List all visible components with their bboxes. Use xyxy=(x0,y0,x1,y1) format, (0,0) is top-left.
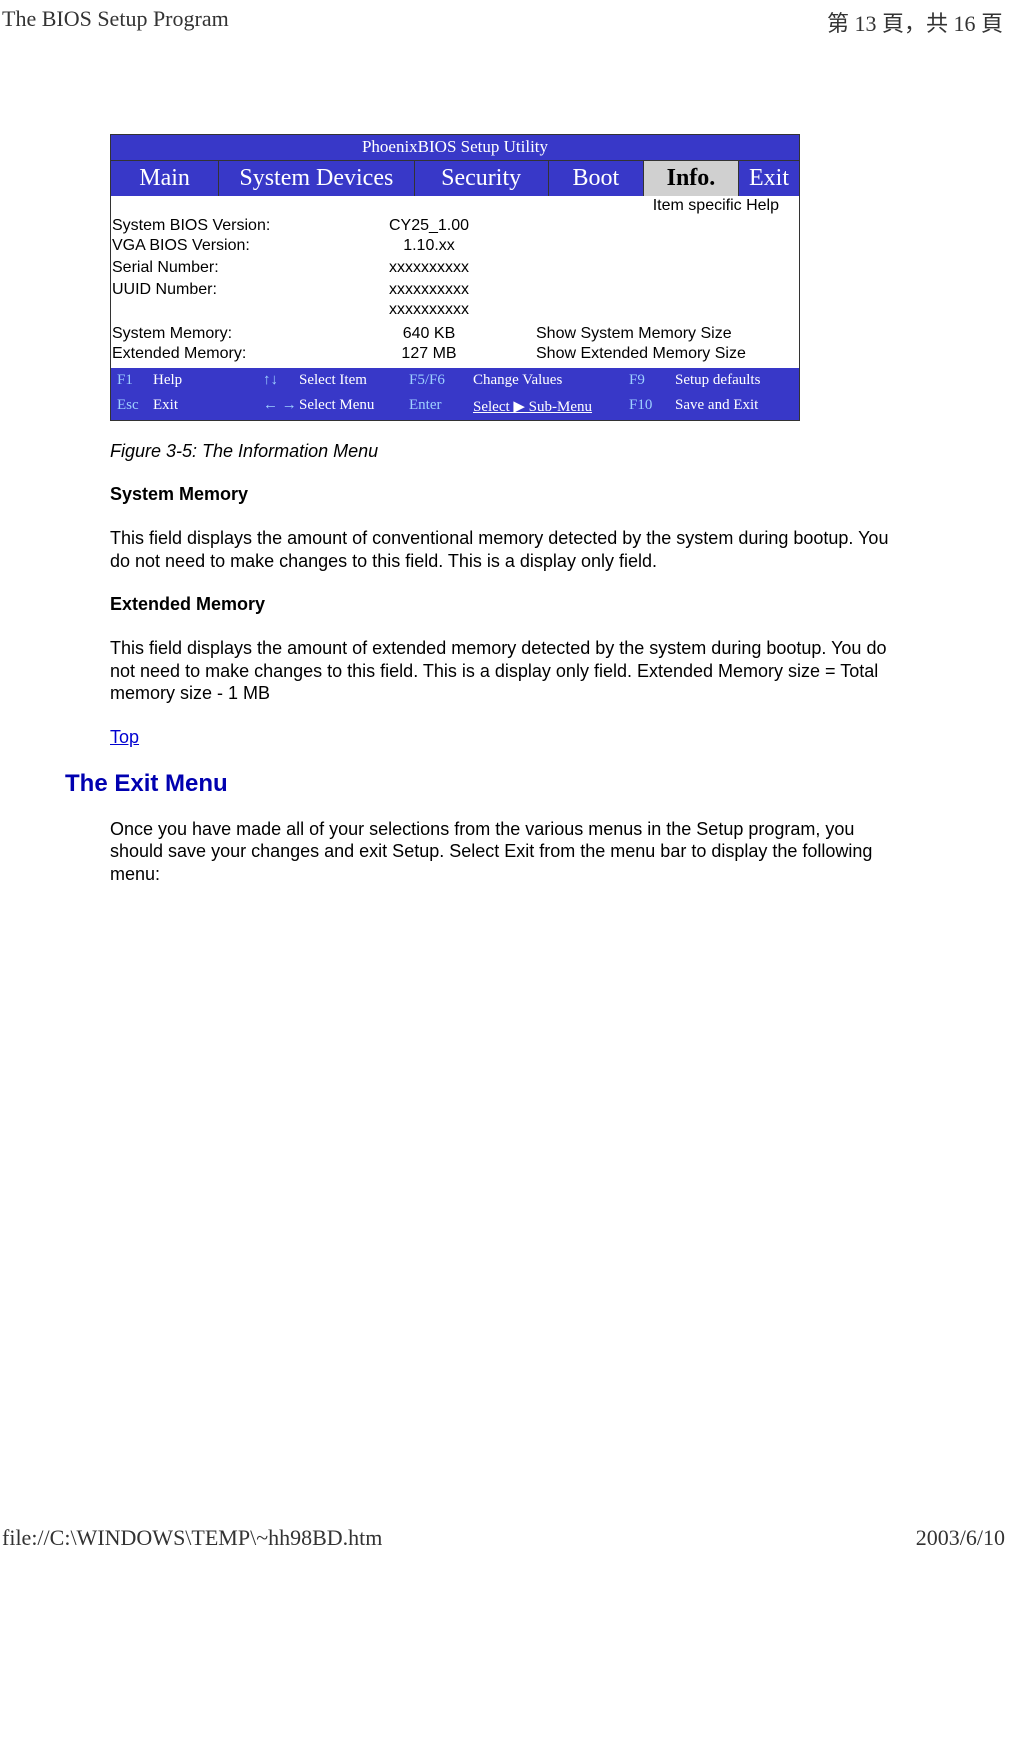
table-row: VGA BIOS Version: 1.10.xx xyxy=(111,236,799,256)
sys-mem-label: System Memory: xyxy=(111,324,323,344)
key-esc: Esc xyxy=(117,397,153,416)
key-leftright-label: Select Menu xyxy=(299,397,409,416)
key-updown-label: Select Item xyxy=(299,372,409,389)
heading-exit-menu: The Exit Menu xyxy=(65,770,963,798)
heading-extended-memory: Extended Memory xyxy=(110,594,963,615)
key-f5f6: F5/F6 xyxy=(409,372,473,389)
bios-title: PhoenixBIOS Setup Utility xyxy=(111,135,799,161)
bios-menu-bar: Main System Devices Security Boot Info. … xyxy=(111,161,799,196)
paragraph-extended-memory: This field displays the amount of extend… xyxy=(110,637,910,705)
sys-bios-label: System BIOS Version: xyxy=(111,216,323,236)
bios-footer: F1 Help ↑↓ Select Item F5/F6 Change Valu… xyxy=(111,368,799,420)
paragraph-exit-menu: Once you have made all of your selection… xyxy=(110,818,910,886)
table-row: xxxxxxxxxx xyxy=(111,300,799,320)
sys-bios-value: CY25_1.00 xyxy=(323,216,535,236)
table-row: System Memory: 640 KB Show System Memory… xyxy=(111,324,799,344)
key-f10: F10 xyxy=(629,397,675,416)
help-header: Item specific Help xyxy=(535,196,799,216)
uuid-value-2: xxxxxxxxxx xyxy=(323,300,535,320)
vga-bios-label: VGA BIOS Version: xyxy=(111,236,323,256)
menu-system-devices[interactable]: System Devices xyxy=(219,161,414,196)
key-leftright: ← → xyxy=(263,397,299,416)
table-row: Serial Number: xxxxxxxxxx xyxy=(111,258,799,278)
table-row: System BIOS Version: CY25_1.00 xyxy=(111,216,799,236)
menu-main[interactable]: Main xyxy=(111,161,219,196)
figure-caption: Figure 3-5: The Information Menu xyxy=(110,421,963,484)
ext-mem-value: 127 MB xyxy=(323,344,535,364)
uuid-label: UUID Number: xyxy=(111,280,323,300)
key-enter: Enter xyxy=(409,397,473,416)
sys-mem-help: Show System Memory Size xyxy=(535,324,799,344)
ext-mem-label: Extended Memory: xyxy=(111,344,323,364)
bios-info-table: Item specific Help System BIOS Version: … xyxy=(111,196,799,368)
key-f10-label: Save and Exit xyxy=(675,397,758,416)
table-row: UUID Number: xxxxxxxxxx xyxy=(111,280,799,300)
paragraph-system-memory: This field displays the amount of conven… xyxy=(110,527,910,572)
menu-exit[interactable]: Exit xyxy=(739,161,799,196)
page-header-title: The BIOS Setup Program xyxy=(2,6,229,38)
heading-system-memory: System Memory xyxy=(110,484,963,505)
key-f5f6-label: Change Values xyxy=(473,372,629,389)
key-f9: F9 xyxy=(629,372,675,389)
key-enter-label: Select ▶ Sub-Menu xyxy=(473,397,629,416)
bios-setup-screenshot: PhoenixBIOS Setup Utility Main System De… xyxy=(110,134,800,421)
menu-security[interactable]: Security xyxy=(415,161,549,196)
key-esc-label: Exit xyxy=(153,397,263,416)
vga-bios-value: 1.10.xx xyxy=(323,236,535,256)
footer-date: 2003/6/10 xyxy=(916,1525,1005,1545)
table-row: Extended Memory: 127 MB Show Extended Me… xyxy=(111,344,799,364)
page-header-pagenum: 第 13 頁，共 16 頁 xyxy=(827,6,1003,38)
serial-value: xxxxxxxxxx xyxy=(323,258,535,278)
uuid-value-1: xxxxxxxxxx xyxy=(323,280,535,300)
menu-boot[interactable]: Boot xyxy=(549,161,644,196)
serial-label: Serial Number: xyxy=(111,258,323,278)
ext-mem-help: Show Extended Memory Size xyxy=(535,344,799,364)
key-updown: ↑↓ xyxy=(263,372,299,389)
sys-mem-value: 640 KB xyxy=(323,324,535,344)
top-link[interactable]: Top xyxy=(110,727,139,748)
footer-path: file://C:\WINDOWS\TEMP\~hh98BD.htm xyxy=(2,1525,382,1545)
key-f1-label: Help xyxy=(153,372,263,389)
key-f9-label: Setup defaults xyxy=(675,372,760,389)
key-f1: F1 xyxy=(117,372,153,389)
table-row: Item specific Help xyxy=(111,196,799,216)
menu-info[interactable]: Info. xyxy=(644,161,739,196)
